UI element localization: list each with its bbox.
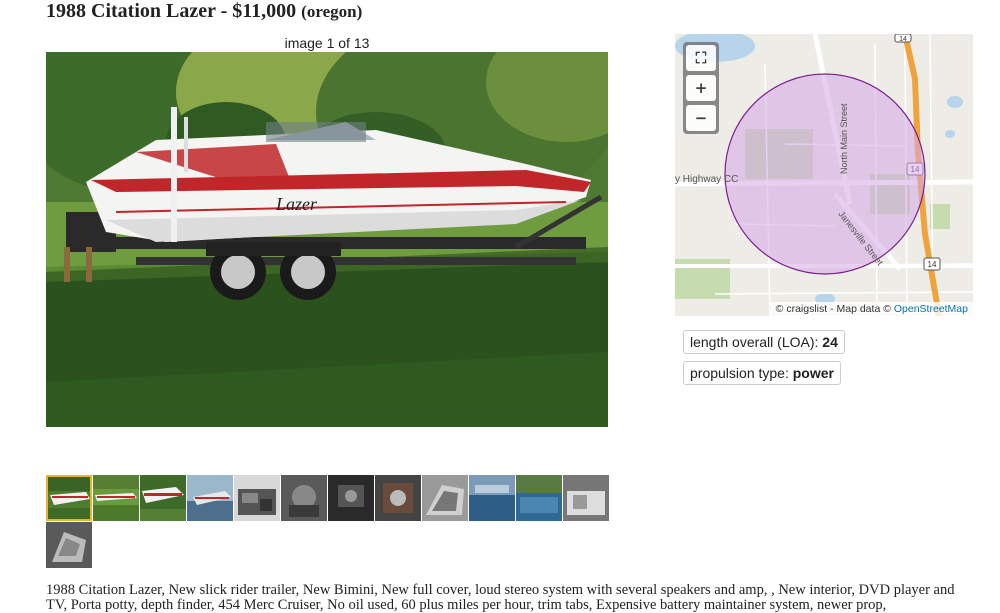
fullscreen-button[interactable]: ⛶ bbox=[686, 45, 716, 71]
boat-decal-text: Lazer bbox=[275, 194, 318, 214]
map[interactable]: 14 14 14 y Highway CC North Main Street … bbox=[675, 34, 973, 316]
attribute-length-value: 24 bbox=[822, 334, 838, 350]
attribute-length-label: length overall (LOA): bbox=[690, 334, 823, 350]
thumbnail-9[interactable] bbox=[422, 475, 468, 521]
map-label-highway: y Highway CC bbox=[675, 174, 738, 185]
attribute-propulsion-label: propulsion type: bbox=[690, 365, 793, 381]
route-label-top: 14 bbox=[899, 36, 907, 43]
zoom-out-button[interactable]: − bbox=[686, 105, 716, 131]
zoom-in-button[interactable]: + bbox=[686, 75, 716, 101]
posting-title: 1988 Citation Lazer - $11,000 (oregon) bbox=[46, 0, 362, 23]
thumbnail-8[interactable] bbox=[375, 475, 421, 521]
main-photo[interactable]: Lazer bbox=[46, 52, 608, 427]
thumbnail-11[interactable] bbox=[516, 475, 562, 521]
thumbnail-10[interactable] bbox=[469, 475, 515, 521]
thumbnail-12[interactable] bbox=[563, 475, 609, 521]
thumbnail-13[interactable] bbox=[46, 522, 92, 568]
map-attribution-text: © craigslist - Map data © bbox=[775, 303, 891, 315]
attribute-length: length overall (LOA): 24 bbox=[683, 330, 845, 354]
thumbnail-7[interactable] bbox=[328, 475, 374, 521]
image-counter: image 1 of 13 bbox=[284, 35, 370, 51]
thumbnail-5[interactable] bbox=[234, 475, 280, 521]
map-controls: ⛶ + − bbox=[683, 42, 719, 134]
thumbnail-2[interactable] bbox=[93, 475, 139, 521]
map-attribution: © craigslist - Map data © OpenStreetMap bbox=[770, 302, 973, 316]
map-label-north-main: North Main Street bbox=[839, 103, 849, 174]
thumbnail-4[interactable] bbox=[187, 475, 233, 521]
posting-description: 1988 Citation Lazer, New slick rider tra… bbox=[46, 582, 955, 613]
attribute-propulsion: propulsion type: power bbox=[683, 361, 841, 385]
posting-location: (oregon) bbox=[301, 2, 363, 21]
attribute-propulsion-value: power bbox=[792, 365, 834, 381]
thumbnail-3[interactable] bbox=[140, 475, 186, 521]
thumbnail-6[interactable] bbox=[281, 475, 327, 521]
posting-title-text: 1988 Citation Lazer - $11,000 bbox=[46, 0, 297, 22]
route-label-bottom: 14 bbox=[928, 260, 937, 269]
openstreetmap-link[interactable]: OpenStreetMap bbox=[894, 303, 968, 315]
thumbnail-1[interactable] bbox=[46, 475, 92, 521]
